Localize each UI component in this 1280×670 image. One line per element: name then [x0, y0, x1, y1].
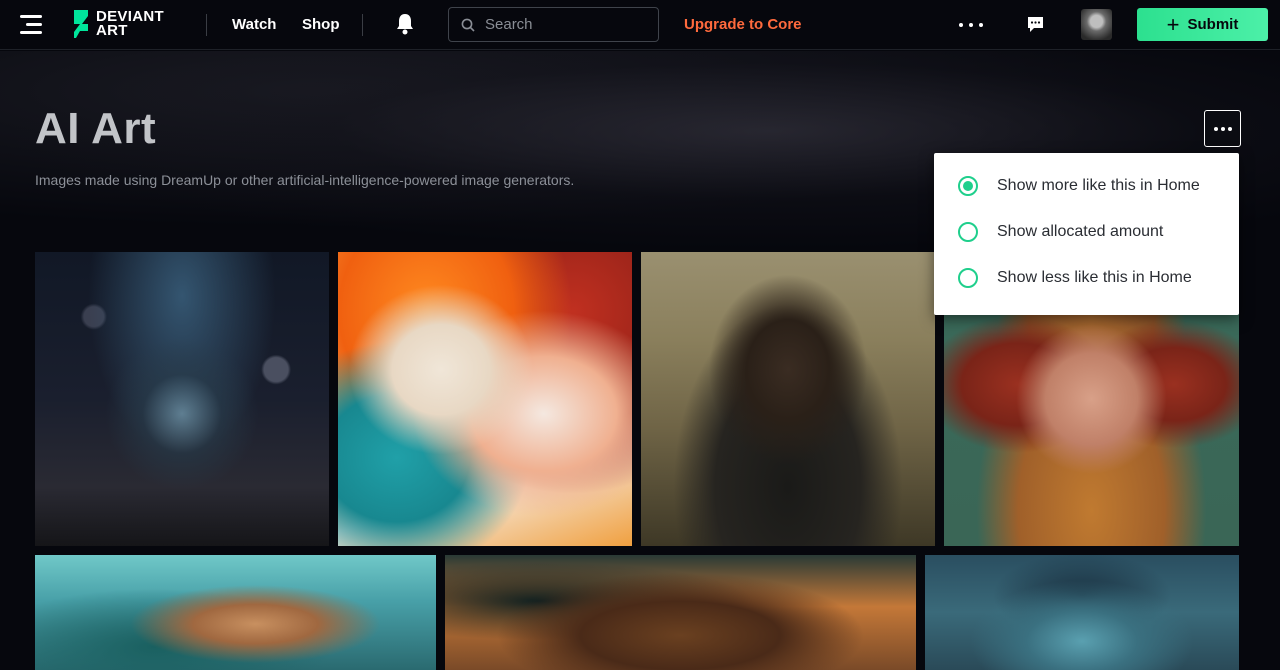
search-box[interactable]	[448, 7, 659, 42]
submit-label: Submit	[1187, 16, 1239, 33]
radio-selected[interactable]	[958, 176, 978, 196]
chat-icon[interactable]	[1026, 15, 1045, 34]
radio-unselected[interactable]	[958, 222, 978, 242]
page-description: Images made using DreamUp or other artif…	[35, 172, 575, 188]
artwork-thumbnail[interactable]	[925, 555, 1239, 670]
divider	[206, 14, 207, 36]
more-icon[interactable]	[959, 15, 983, 35]
submit-button[interactable]: + Submit	[1137, 8, 1268, 41]
bell-icon[interactable]	[395, 13, 415, 35]
artwork-thumbnail[interactable]	[35, 252, 329, 546]
avatar[interactable]	[1081, 9, 1112, 40]
search-input[interactable]	[485, 16, 645, 33]
deviantart-logo-icon	[74, 10, 88, 38]
upgrade-to-core-link[interactable]: Upgrade to Core	[684, 16, 802, 33]
menu-option-label: Show more like this in Home	[997, 177, 1200, 194]
plus-icon: +	[1166, 11, 1180, 37]
topic-options-menu: Show more like this in Home Show allocat…	[934, 153, 1239, 315]
artwork-thumbnail[interactable]	[338, 252, 632, 546]
menu-option-show-more[interactable]: Show more like this in Home	[958, 176, 1200, 196]
menu-option-label: Show less like this in Home	[997, 269, 1192, 286]
menu-option-show-allocated[interactable]: Show allocated amount	[958, 222, 1163, 242]
radio-unselected[interactable]	[958, 268, 978, 288]
search-icon	[461, 18, 475, 32]
page-title: AI Art	[35, 104, 157, 153]
artwork-thumbnail[interactable]	[35, 555, 436, 670]
nav-shop[interactable]: Shop	[302, 16, 340, 33]
divider	[362, 14, 363, 36]
logo-line-2: ART	[96, 22, 128, 39]
menu-option-show-less[interactable]: Show less like this in Home	[958, 268, 1192, 288]
menu-option-label: Show allocated amount	[997, 223, 1164, 240]
logo-wordmark: DEVIANT ART	[96, 9, 164, 39]
nav-watch[interactable]: Watch	[232, 16, 276, 33]
artwork-thumbnail[interactable]	[641, 252, 935, 546]
deviantart-logo[interactable]: DEVIANT ART	[70, 9, 164, 39]
topic-options-button[interactable]	[1204, 110, 1241, 147]
top-nav-bar: DEVIANT ART Watch Shop Upgrade to Core +…	[0, 0, 1280, 50]
artwork-thumbnail[interactable]	[445, 555, 916, 670]
menu-icon[interactable]	[20, 15, 42, 35]
